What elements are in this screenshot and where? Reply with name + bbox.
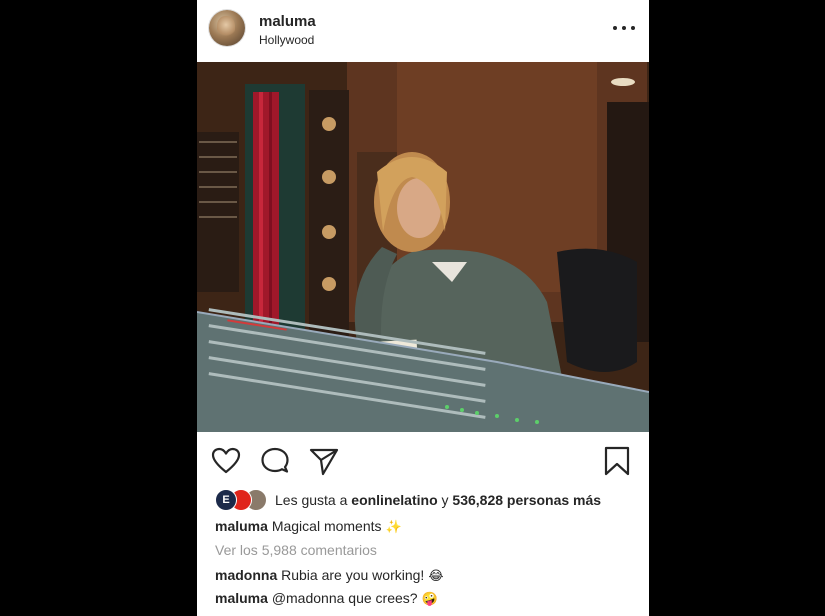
comment-mention[interactable]: @madonna: [272, 590, 345, 606]
sparkles-emoji: ✨: [385, 520, 402, 535]
caption-username[interactable]: maluma: [215, 518, 268, 534]
action-bar: [197, 440, 649, 480]
studio-photo-illustration: [197, 62, 649, 432]
heart-icon[interactable]: [211, 446, 241, 476]
bookmark-icon[interactable]: [602, 446, 632, 476]
comment: maluma @madonna que crees? 🤪: [215, 590, 438, 607]
view-comments-link[interactable]: Ver los 5,988 comentarios: [215, 542, 377, 558]
likes-row: E Les gusta a eonlinelatino y 536,828 pe…: [215, 488, 601, 512]
more-options-icon[interactable]: [613, 20, 635, 36]
post-username[interactable]: maluma: [259, 13, 316, 30]
likes-prefix: Les gusta a: [275, 492, 348, 508]
likes-count[interactable]: 536,828 personas más: [452, 492, 601, 508]
instagram-post: maluma Hollywood E Les gusta a eonlinela…: [197, 0, 649, 616]
post-header: maluma Hollywood: [197, 0, 649, 62]
liker-avatars[interactable]: E: [215, 489, 269, 511]
send-icon[interactable]: [309, 446, 339, 476]
laughing-emoji: 😂: [428, 569, 444, 584]
comment-text: que crees?: [348, 590, 418, 606]
comment-icon[interactable]: [260, 446, 290, 476]
comment-username[interactable]: maluma: [215, 590, 268, 606]
post-location[interactable]: Hollywood: [259, 33, 314, 47]
post-photo[interactable]: [197, 62, 649, 432]
comment: madonna Rubia are you working! 😂: [215, 567, 444, 584]
caption: maluma Magical moments ✨: [215, 518, 402, 535]
comment-username[interactable]: madonna: [215, 567, 277, 583]
zany-face-emoji: 🤪: [421, 592, 438, 607]
likes-connector: y: [441, 492, 449, 508]
avatar[interactable]: [209, 10, 245, 46]
likes-text[interactable]: Les gusta a eonlinelatino y 536,828 pers…: [275, 492, 601, 508]
liker-avatar-eonline: E: [215, 489, 237, 511]
first-liker-link[interactable]: eonlinelatino: [351, 492, 437, 508]
comment-text: Rubia are you working!: [281, 567, 425, 583]
caption-text: Magical moments: [271, 518, 382, 534]
